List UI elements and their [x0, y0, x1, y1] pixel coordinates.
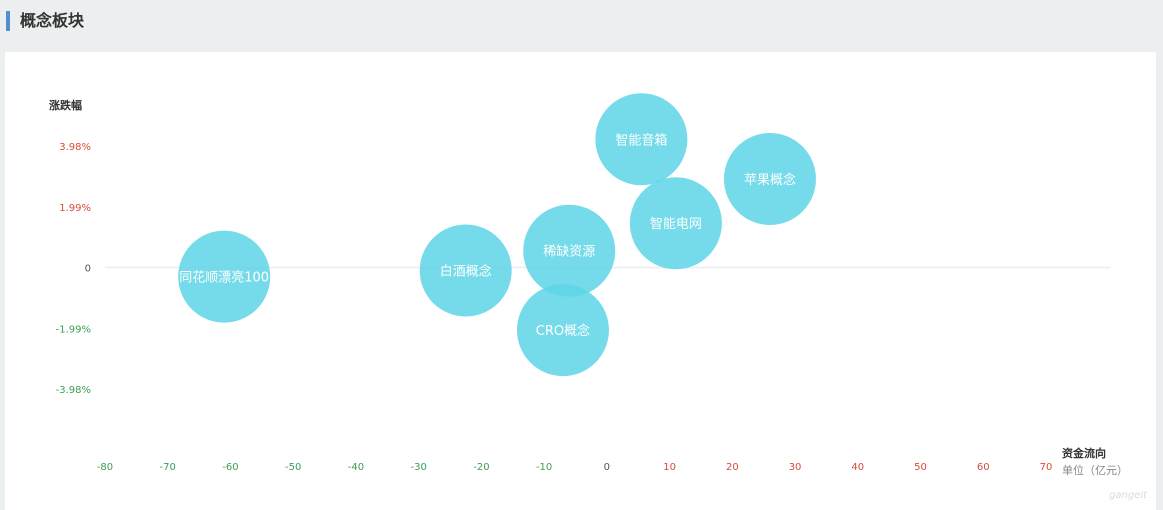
header-accent-bar	[6, 11, 10, 31]
bubble-point[interactable]: 苹果概念	[723, 132, 816, 225]
x-tick-label: 0	[604, 462, 610, 473]
x-tick-label: 60	[977, 462, 990, 473]
bubble-label: CRO概念	[536, 323, 590, 339]
x-tick-label: -80	[97, 462, 113, 473]
page-title: 概念板块	[20, 11, 85, 30]
y-tick-label: -3.98%	[56, 385, 91, 396]
bubble-label: 智能电网	[650, 217, 702, 232]
bubble-point[interactable]: 同花顺漂亮100	[178, 230, 271, 323]
bubble-point[interactable]: 智能电网	[629, 177, 722, 270]
bubble-label: 同花顺漂亮100	[179, 270, 269, 286]
x-tick-label: 40	[851, 462, 864, 473]
bubble-point[interactable]: 稀缺资源	[523, 204, 616, 297]
bubble-label: 白酒概念	[440, 264, 492, 280]
x-tick-label: -10	[536, 462, 552, 473]
y-tick-label: 1.99%	[59, 203, 91, 214]
bubble-point[interactable]: 白酒概念	[419, 224, 512, 317]
x-tick-label: 30	[789, 462, 802, 473]
bubble-label: 苹果概念	[744, 172, 796, 188]
chart-panel: 3.98% 1.99% 0 -1.99% -3.98% -80 -70 -60 -50 -40 -…	[5, 52, 1156, 510]
x-tick-label: -30	[410, 462, 426, 473]
y-tick-label: 0	[85, 264, 91, 275]
y-tick-label: -1.99%	[56, 324, 91, 335]
x-tick-label: 10	[663, 462, 676, 473]
y-tick-label: 3.98%	[59, 142, 91, 153]
x-tick-label: -20	[473, 462, 489, 473]
bubble-point[interactable]: CRO概念	[516, 284, 609, 377]
x-axis-unit: 单位（亿元）	[1062, 463, 1128, 477]
x-tick-label: -60	[222, 462, 238, 473]
bubble-point[interactable]: 智能音箱	[595, 93, 688, 186]
watermark-text: gangeit	[1109, 490, 1148, 501]
x-tick-label: 20	[726, 462, 739, 473]
x-tick-label: -40	[348, 462, 364, 473]
x-tick-label: 70	[1040, 462, 1053, 473]
bubble-chart: 3.98% 1.99% 0 -1.99% -3.98% -80 -70 -60 -50 -40 -…	[49, 93, 1148, 501]
section-header: 概念板块	[0, 0, 1163, 44]
bubble-label: 智能音箱	[615, 132, 667, 148]
x-tick-label: 50	[914, 462, 927, 473]
x-tick-label: -70	[160, 462, 176, 473]
bubble-label: 稀缺资源	[543, 245, 595, 260]
x-axis-title: 资金流向	[1062, 446, 1106, 460]
x-tick-label: -50	[285, 462, 301, 473]
y-axis-title: 涨跌幅	[49, 98, 82, 112]
